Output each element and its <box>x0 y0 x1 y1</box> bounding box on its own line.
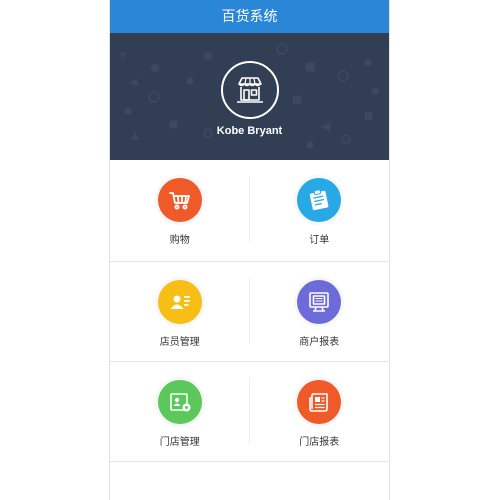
menu-item-label: 购物 <box>169 235 190 246</box>
menu-item-label: 订单 <box>309 235 330 246</box>
page-title: 百货系统 <box>221 8 278 24</box>
shopping-cart-icon <box>157 178 202 222</box>
menu-item-label: 店员管理 <box>159 337 200 348</box>
store-logo <box>221 61 279 119</box>
menu-item-label: 商户报表 <box>299 337 340 348</box>
app-screen: 百货系统 Kobe Bryant 购物 订单 店员管理 商户报表 门店管理 门店… <box>109 0 390 500</box>
staff-card-icon <box>157 280 202 324</box>
title-bar: 百货系统 <box>110 0 389 33</box>
newspaper-report-icon <box>297 380 342 424</box>
menu-item-staff-management[interactable]: 店员管理 <box>110 262 250 361</box>
menu-row: 购物 订单 <box>110 160 389 262</box>
menu-row: 店员管理 商户报表 <box>110 262 389 362</box>
storefront-icon <box>237 77 263 103</box>
menu-item-store-report[interactable]: 门店报表 <box>250 362 390 461</box>
menu-item-shopping[interactable]: 购物 <box>110 160 250 261</box>
user-name: Kobe Bryant <box>216 125 283 137</box>
menu-item-label: 门店管理 <box>159 437 200 448</box>
monitor-report-icon <box>297 280 342 324</box>
menu-item-merchant-report[interactable]: 商户报表 <box>250 262 390 361</box>
menu-item-store-management[interactable]: 门店管理 <box>110 362 250 461</box>
menu-grid: 购物 订单 店员管理 商户报表 门店管理 门店报表 <box>110 160 389 462</box>
order-clipboard-icon <box>297 178 342 222</box>
profile-banner: Kobe Bryant <box>110 33 389 160</box>
menu-item-label: 门店报表 <box>299 437 340 448</box>
menu-item-orders[interactable]: 订单 <box>250 160 390 261</box>
store-settings-icon <box>157 380 202 424</box>
menu-row: 门店管理 门店报表 <box>110 362 389 462</box>
